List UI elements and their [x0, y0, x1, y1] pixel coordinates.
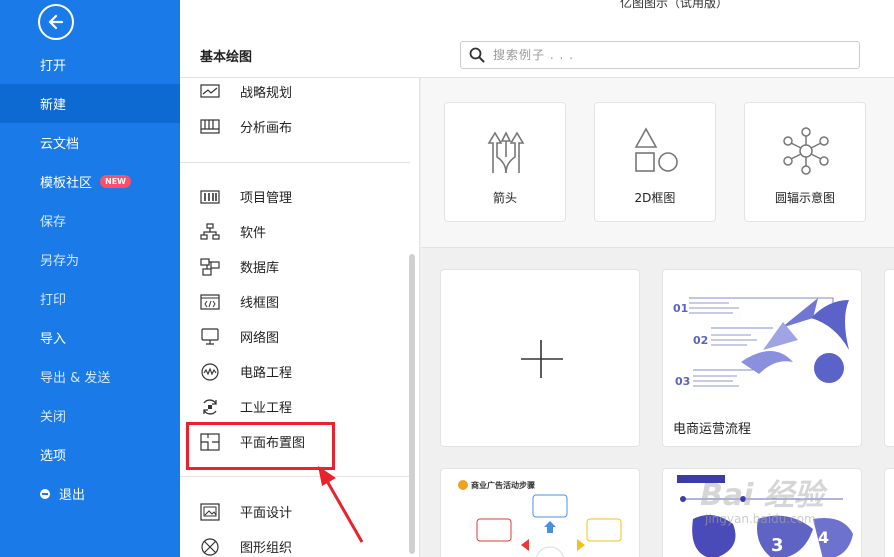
database-schema-icon [200, 257, 220, 276]
category-panel: 战略规划 分析画布 项目管理 软件 数据库 线框图 网络图 电路工程 工业工程 … [180, 78, 420, 557]
step-label: 01 [673, 302, 688, 315]
strategy-chart-icon [200, 83, 220, 101]
category-scrollbar[interactable] [409, 254, 415, 554]
highlight-annotation [186, 422, 335, 470]
search-input[interactable] [493, 48, 833, 62]
gantt-icon [200, 188, 220, 206]
category-analysis-canvas[interactable]: 分析画布 [180, 109, 410, 144]
wireframe-code-icon [200, 293, 220, 311]
graphic-organizer-icon [200, 537, 220, 556]
template-preview-ecommerce: 01 02 03 [673, 297, 849, 388]
category-software[interactable]: 软件 [180, 214, 410, 249]
sidebar-item-new[interactable]: 新建 [0, 84, 180, 123]
org-tree-icon [200, 222, 220, 241]
sidebar-item-import[interactable]: 导入 [0, 318, 180, 357]
exit-icon [40, 488, 50, 499]
header: 亿图图示（试用版） 基本绘图 [180, 0, 894, 78]
quick-template-strip: 箭头 2D框图 圆辐示意图 [421, 78, 894, 248]
template-card-ad-campaign[interactable]: 商业广告活动步骤 [440, 468, 640, 557]
sidebar-item-exit[interactable]: 退出 [0, 474, 180, 513]
arrow-left-icon [48, 14, 64, 30]
image-design-icon [200, 502, 220, 521]
template-card-partial[interactable] [884, 468, 894, 557]
sidebar-item-save[interactable]: 保存 [0, 201, 180, 240]
category-graphic-design[interactable]: 平面设计 [180, 494, 410, 529]
back-button[interactable] [38, 4, 74, 40]
category-strategy[interactable]: 战略规划 [180, 74, 410, 109]
backstage-sidebar: 打开 新建 云文档 模板社区 NEW 保存 另存为 打印 导入 导出 & 发送 … [0, 0, 180, 557]
template-card-ecommerce[interactable]: 01 02 03 电商运营流程 [662, 269, 862, 447]
search-box[interactable] [460, 41, 860, 69]
template-preview-ad-campaign: 商业广告活动步骤 [458, 480, 622, 557]
watermark-url: jingyan.baidu.com [705, 512, 816, 526]
category-industrial[interactable]: 工业工程 [180, 389, 410, 424]
app-title: 亿图图示（试用版） [620, 0, 729, 10]
sidebar-item-print[interactable]: 打印 [0, 279, 180, 318]
shapes-2d-icon [631, 127, 681, 175]
arrows-icon [481, 127, 531, 175]
preview-title: 商业广告活动步骤 [471, 480, 535, 490]
divider [180, 476, 410, 477]
sidebar-item-options[interactable]: 选项 [0, 435, 180, 474]
preview-number: 4 [818, 528, 829, 547]
category-wireframe[interactable]: 线框图 [180, 284, 410, 319]
category-database[interactable]: 数据库 [180, 249, 410, 284]
section-title: 基本绘图 [200, 50, 253, 65]
sidebar-item-open[interactable]: 打开 [0, 45, 180, 84]
template-label: 电商运营流程 [673, 422, 752, 437]
sidebar-item-save-as[interactable]: 另存为 [0, 240, 180, 279]
category-graphic-organizer[interactable]: 图形组织 [180, 529, 410, 557]
preview-number: 3 [771, 535, 784, 556]
industrial-cycle-icon [200, 398, 220, 416]
sidebar-item-export-send[interactable]: 导出 & 发送 [0, 357, 180, 396]
new-badge: NEW [100, 175, 131, 188]
category-network[interactable]: 网络图 [180, 319, 410, 354]
sidebar-item-template-community[interactable]: 模板社区 NEW [0, 162, 180, 201]
canvas-grid-icon [200, 118, 220, 136]
template-card-partial[interactable] [884, 269, 894, 447]
step-label: 02 [693, 334, 708, 347]
category-project-management[interactable]: 项目管理 [180, 179, 410, 214]
step-label: 03 [675, 375, 690, 388]
network-monitor-icon [200, 327, 220, 346]
sidebar-item-cloud-docs[interactable]: 云文档 [0, 123, 180, 162]
radial-diagram-icon [781, 127, 831, 175]
search-icon [469, 47, 485, 63]
quick-card-arrows[interactable]: 箭头 [444, 102, 566, 222]
blank-template-card[interactable] [440, 269, 640, 447]
plus-icon [521, 340, 563, 378]
quick-card-radial[interactable]: 圆辐示意图 [744, 102, 866, 222]
quick-card-2d-block[interactable]: 2D框图 [594, 102, 716, 222]
circuit-wave-icon [200, 362, 220, 381]
watermark: Bai 经验 [700, 478, 824, 513]
sidebar-item-close[interactable]: 关闭 [0, 396, 180, 435]
category-circuit[interactable]: 电路工程 [180, 354, 410, 389]
divider [180, 162, 410, 163]
